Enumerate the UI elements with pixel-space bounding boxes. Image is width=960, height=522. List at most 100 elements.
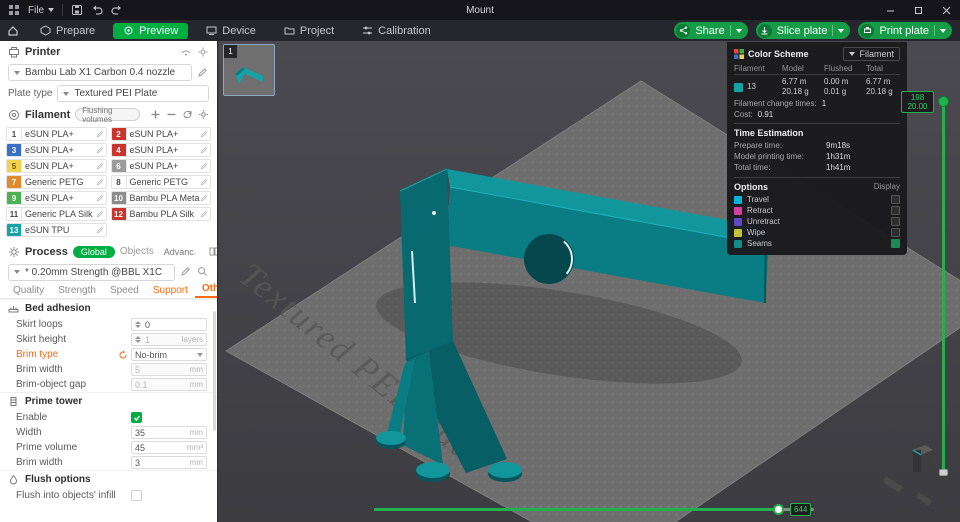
compare-presets-icon[interactable] (209, 246, 217, 258)
edit-filament-icon[interactable] (200, 130, 208, 138)
bed-adhesion-header[interactable]: Bed adhesion (0, 299, 217, 317)
filament-item[interactable]: 5 eSUN PLA+ (6, 159, 107, 173)
filament-item[interactable]: 3 eSUN PLA+ (6, 143, 107, 157)
sync-filament-icon[interactable] (182, 109, 193, 121)
maximize-button[interactable] (904, 0, 932, 20)
filament-item[interactable]: 8 Generic PETG (110, 175, 211, 189)
prime-brim-width-input[interactable]: 3 mm (131, 456, 207, 469)
filament-item[interactable]: 13 eSUN TPU (6, 223, 107, 237)
retract-display-checkbox[interactable] (891, 206, 900, 215)
prepare-time-row: Prepare time: 9m18s (734, 141, 851, 150)
filament-item[interactable]: 2 eSUN PLA+ (110, 127, 211, 141)
printer-setting-icon[interactable] (197, 46, 209, 58)
layer-slider-top-handle[interactable] (938, 96, 949, 107)
brim-width-input[interactable]: 5 mm (131, 363, 207, 376)
edit-filament-icon[interactable] (96, 194, 104, 202)
home-icon[interactable] (0, 25, 26, 37)
edit-filament-icon[interactable] (96, 178, 104, 186)
tab-quality[interactable]: Quality (6, 285, 51, 298)
layer-slider-bottom-handle[interactable] (939, 469, 948, 476)
edit-printer-icon[interactable] (197, 67, 209, 79)
reset-value-icon[interactable] (118, 350, 128, 360)
slice-dropdown-icon[interactable] (838, 28, 845, 33)
undo-icon[interactable] (91, 4, 103, 16)
edit-filament-icon[interactable] (200, 178, 208, 186)
edit-filament-icon[interactable] (96, 130, 104, 138)
edit-filament-icon[interactable] (200, 162, 208, 170)
filament-item[interactable]: 4 eSUN PLA+ (110, 143, 211, 157)
filament-item[interactable]: 6 eSUN PLA+ (110, 159, 211, 173)
printer-select[interactable]: Bambu Lab X1 Carbon 0.4 nozzle (8, 64, 192, 81)
3d-viewport[interactable]: Textured PEI Plate 1 Color Scheme Filame… (219, 41, 960, 522)
tab-others[interactable]: Others (194, 283, 217, 298)
filament-settings-icon[interactable] (198, 109, 209, 121)
skirt-loops-input[interactable]: 0 (131, 318, 207, 331)
tab-project[interactable]: Project (274, 23, 344, 39)
search-icon[interactable] (197, 266, 209, 278)
unretract-display-checkbox[interactable] (891, 217, 900, 226)
sidebar-scrollbar[interactable] (213, 311, 216, 431)
edit-filament-icon[interactable] (200, 146, 208, 154)
prime-enable-checkbox[interactable] (131, 412, 142, 423)
print-plate-button[interactable]: Print plate (858, 22, 952, 39)
filament-item[interactable]: 12 Bambu PLA Silk (110, 207, 211, 221)
filament-item[interactable]: 9 eSUN PLA+ (6, 191, 107, 205)
process-global-toggle[interactable]: Global (72, 245, 115, 258)
add-filament-icon[interactable] (150, 109, 161, 121)
process-objects-toggle[interactable]: Objects (120, 246, 154, 257)
move-slider[interactable]: 644 (374, 503, 826, 516)
edit-filament-icon[interactable] (200, 210, 208, 218)
flushing-volumes-button[interactable]: Flushing volumes (75, 106, 140, 124)
tab-calibration[interactable]: Calibration (352, 23, 441, 39)
color-scheme-select[interactable]: Filament (843, 47, 900, 61)
tab-preview[interactable]: Preview (113, 22, 189, 39)
filament-item[interactable]: 11 Generic PLA Silk (6, 207, 107, 221)
brim-type-select[interactable]: No-brim (131, 348, 207, 361)
tab-device[interactable]: Device (196, 23, 266, 39)
share-dropdown-icon[interactable] (735, 28, 742, 33)
edit-filament-icon[interactable] (96, 210, 104, 218)
filament-item[interactable]: 1 eSUN PLA+ (6, 127, 107, 141)
edit-filament-icon[interactable] (96, 226, 104, 234)
process-preset-select[interactable]: * 0.20mm Strength @BBL X1C (8, 263, 175, 281)
tab-prepare[interactable]: Prepare (30, 23, 105, 39)
layer-slider[interactable] (937, 96, 949, 476)
file-menu[interactable]: File (28, 5, 55, 16)
edit-preset-icon[interactable] (180, 266, 192, 278)
prime-volume-input[interactable]: 45 mm³ (131, 441, 207, 454)
edit-filament-icon[interactable] (200, 194, 208, 202)
print-dropdown-icon[interactable] (940, 28, 946, 33)
plate-thumbnail[interactable]: 1 (223, 44, 275, 96)
flush-infill-checkbox[interactable] (131, 490, 142, 501)
minimize-button[interactable] (876, 0, 904, 20)
tab-speed[interactable]: Speed (103, 285, 146, 298)
move-slider-handle[interactable] (773, 504, 784, 515)
edit-filament-icon[interactable] (96, 162, 104, 170)
printer-connect-icon[interactable] (180, 46, 192, 58)
brim-object-gap-input[interactable]: 0.1 mm (131, 378, 207, 391)
tab-support[interactable]: Support (146, 285, 195, 298)
filament-item[interactable]: 10 Bambu PLA Metal (110, 191, 211, 205)
prime-width-input[interactable]: 35 mm (131, 426, 207, 439)
save-icon[interactable] (71, 4, 83, 16)
skirt-height-input[interactable]: 1 layers (131, 333, 207, 346)
close-button[interactable] (932, 0, 960, 20)
remove-filament-icon[interactable] (166, 109, 177, 121)
redo-icon[interactable] (111, 4, 123, 16)
plate-type-select[interactable]: Textured PEI Plate (57, 85, 209, 102)
filament-color-badge: 8 (111, 176, 127, 188)
layer-slider-track[interactable] (942, 102, 945, 470)
flush-options-header[interactable]: Flush options (0, 470, 217, 488)
slice-plate-button[interactable]: Slice plate (755, 22, 851, 39)
share-button[interactable]: Share (674, 22, 748, 39)
wipe-display-checkbox[interactable] (891, 228, 900, 237)
filament-item[interactable]: 7 Generic PETG (6, 175, 107, 189)
brim-width-value: 5 (135, 364, 141, 375)
tab-strength[interactable]: Strength (51, 285, 103, 298)
seams-display-checkbox[interactable] (891, 239, 900, 248)
edit-filament-icon[interactable] (96, 146, 104, 154)
travel-display-checkbox[interactable] (891, 195, 900, 204)
tab-project-label: Project (299, 24, 335, 37)
stepper-arrows-icon[interactable] (135, 321, 141, 328)
prime-tower-header[interactable]: Prime tower (0, 392, 217, 410)
